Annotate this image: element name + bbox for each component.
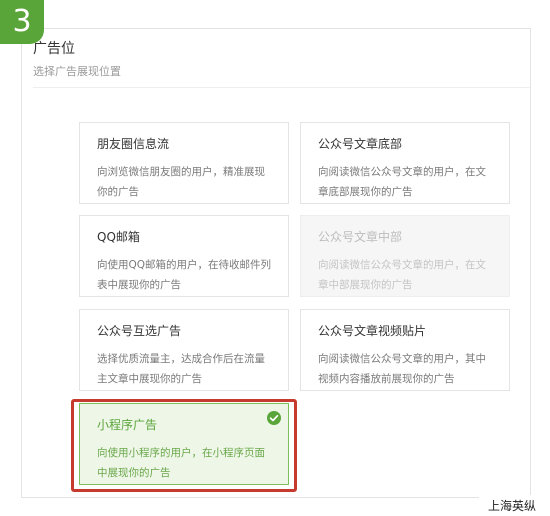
- placement-card-description: 选择优质流量主，达成合作后在流量主文章中展现你的广告: [97, 353, 265, 385]
- placement-card-title: QQ邮箱: [97, 230, 140, 244]
- placement-card-title: 公众号互选广告: [97, 324, 182, 338]
- placement-card-description: 向阅读微信公众号文章的用户，其中视频内容播放前展现你的广告: [318, 353, 486, 385]
- placement-card-description: 向阅读微信公众号文章的用户，在文章中部展现你的广告: [318, 259, 486, 291]
- placement-card-description: 向使用QQ邮箱的用户，在待收邮件列表中展现你的广告: [97, 259, 272, 291]
- placement-card-title: 公众号文章中部: [318, 230, 403, 244]
- step-number-badge: 3: [0, 0, 44, 44]
- section-title: 广告位: [33, 41, 75, 57]
- section-divider: [33, 87, 530, 88]
- placement-card-article-video[interactable]: 公众号文章视频贴片 向阅读微信公众号文章的用户，其中视频内容播放前展现你的广告: [300, 309, 510, 391]
- watermark: 上海英纵: [479, 495, 550, 516]
- placement-card-description: 向浏览微信朋友圈的用户，精准展现你的广告: [97, 166, 265, 198]
- placement-card-description: 向阅读微信公众号文章的用户，在文章底部展现你的广告: [318, 166, 486, 198]
- placement-card-title: 朋友圈信息流: [97, 137, 170, 151]
- selection-highlight-frame: [71, 399, 297, 492]
- placement-card-moments-feed[interactable]: 朋友圈信息流 向浏览微信朋友圈的用户，精准展现你的广告: [79, 122, 289, 204]
- placement-card-title: 公众号文章视频贴片: [318, 324, 427, 338]
- placement-card-qq-mail[interactable]: QQ邮箱 向使用QQ邮箱的用户，在待收邮件列表中展现你的广告: [79, 215, 289, 297]
- watermark-text: 上海英纵: [488, 499, 537, 513]
- placement-card-article-middle: 公众号文章中部 向阅读微信公众号文章的用户，在文章中部展现你的广告: [300, 215, 510, 297]
- placement-card-mutual-selection[interactable]: 公众号互选广告 选择优质流量主，达成合作后在流量主文章中展现你的广告: [79, 309, 289, 391]
- placement-card-title: 公众号文章底部: [318, 137, 403, 151]
- placement-card-article-bottom[interactable]: 公众号文章底部 向阅读微信公众号文章的用户，在文章底部展现你的广告: [300, 122, 510, 204]
- section-subtitle: 选择广告展现位置: [33, 65, 121, 78]
